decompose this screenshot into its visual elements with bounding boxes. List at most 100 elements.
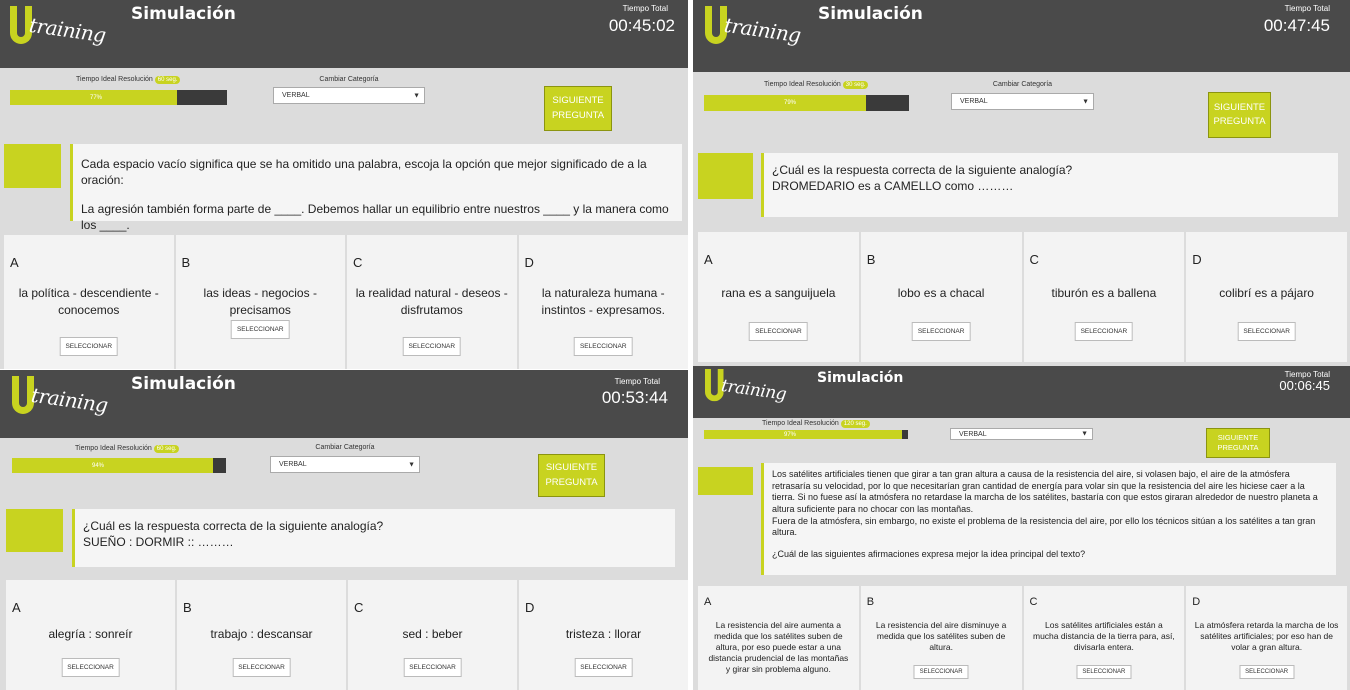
caret-down-icon: ▼ [408,461,415,468]
option-letter: A [12,600,21,615]
progress-label: 97% [784,431,797,438]
select-option-d-button[interactable]: SELECCIONAR [1239,665,1295,679]
select-option-c-button[interactable]: SELECCIONAR [402,337,462,356]
option-text: la política - descendiente - conocemos [18,286,159,317]
option-d: D la naturaleza humana - instintos - exp… [518,235,688,369]
question-marker [6,509,63,552]
next-question-button[interactable]: SIGUIENTE PREGUNTA [544,86,612,131]
option-letter: D [1192,596,1201,608]
question-line: Los satélites artificiales tienen que gi… [772,469,1318,515]
select-option-c-button[interactable]: SELECCIONAR [1074,322,1134,341]
ideal-seconds-badge: 60 seg. [154,76,181,84]
question-text: ¿Cuál es la respuesta correcta de la sig… [72,509,675,567]
select-option-c-button[interactable]: SELECCIONAR [403,658,462,677]
option-text: tristeza : llorar [565,627,642,641]
select-option-d-button[interactable]: SELECCIONAR [1237,322,1296,341]
answer-options: A la política - descendiente - conocemos… [4,235,688,369]
question-line: ¿Cuál es la respuesta correcta de la sig… [83,519,384,533]
answer-options: A alegría : sonreír SELECCIONAR B trabaj… [6,580,688,690]
option-a: A rana es a sanguijuela SELECCIONAR [698,232,859,362]
option-c: C la realidad natural - deseos - disfrut… [347,235,517,369]
select-option-b-button[interactable]: SELECCIONAR [911,322,971,341]
option-c: C tiburón es a ballena SELECCIONAR [1023,232,1185,362]
simulation-screen-3: training Simulación Tiempo Total 00:53:4… [0,370,688,690]
option-text: las ideas - negocios - precisamos [203,286,317,317]
option-letter: C [353,255,363,270]
caret-down-icon: ▼ [1081,430,1088,438]
option-letter: B [181,255,191,270]
select-option-c-button[interactable]: SELECCIONAR [1076,665,1132,679]
option-b: B las ideas - negocios - precisamos SELE… [175,235,345,369]
ideal-time-label: Tiempo Ideal Resolución 30 seg. [764,81,869,89]
next-question-button[interactable]: SIGUIENTE PREGUNTA [538,454,605,497]
select-option-d-button[interactable]: SELECCIONAR [573,337,633,356]
ideal-time-progress: 94% [12,458,226,473]
ideal-seconds-badge: 60 seg. [153,445,180,453]
question-text: Cada espacio vacío significa que se ha o… [70,144,682,232]
progress-label: 77% [90,94,103,101]
option-d: D tristeza : llorar SELECCIONAR [519,580,688,690]
option-text: La atmósfera retarda la marcha de los sa… [1194,620,1339,653]
select-option-d-button[interactable]: SELECCIONAR [574,658,633,677]
tiempo-total-label: Tiempo Total [614,377,660,386]
ideal-time-label: Tiempo Ideal Resolución 120 seg. [762,420,870,428]
next-question-button[interactable]: SIGUIENTE PREGUNTA [1208,92,1271,138]
answer-options: A La resistencia del aire aumenta a medi… [698,586,1347,690]
category-label: Cambiar Categoría [992,81,1053,88]
option-letter: D [525,600,535,615]
ideal-time-progress: 77% [10,90,227,105]
total-timer: 00:45:02 [608,16,675,35]
option-letter: B [183,600,192,615]
category-select[interactable]: VERBAL ▼ [950,428,1093,440]
option-a: A La resistencia del aire aumenta a medi… [698,586,859,690]
option-text: La resistencia del aire disminuye a medi… [875,620,1007,653]
select-option-b-button[interactable]: SELECCIONAR [230,320,290,339]
option-text: la realidad natural - deseos - disfrutam… [355,286,508,317]
category-select[interactable]: VERBAL ▼ [951,93,1094,110]
question-line: Cada espacio vacío significa que se ha o… [81,157,647,187]
option-text: sed : beber [402,627,463,641]
question-text: Los satélites artificiales tienen que gi… [761,463,1336,575]
app-title: Simulación [131,374,236,394]
category-select[interactable]: VERBAL ▼ [273,87,425,104]
category-select[interactable]: VERBAL ▼ [270,456,420,473]
next-question-button[interactable]: SIGUIENTE PREGUNTA [1206,428,1270,458]
option-text: Los satélites artificiales están a mucha… [1033,620,1175,653]
option-letter: C [1029,252,1039,267]
option-a: A la política - descendiente - conocemos… [4,235,174,369]
question-line: DROMEDARIO es a CAMELLO como ……… [772,178,1014,193]
question-line: ¿Cuál de las siguientes afirmaciones exp… [772,549,1086,560]
progress-label: 94% [92,462,105,469]
option-letter: A [704,596,712,608]
ideal-seconds-badge: 30 seg. [842,81,869,89]
question-line: SUEÑO : DORMIR :: ……… [83,534,234,549]
select-option-a-button[interactable]: SELECCIONAR [61,658,120,677]
answer-options: A rana es a sanguijuela SELECCIONAR B lo… [698,232,1347,362]
option-text: la naturaleza humana - instintos - expre… [541,286,665,317]
option-letter: C [354,600,364,615]
option-letter: B [866,252,876,267]
option-b: B lobo es a chacal SELECCIONAR [860,232,1022,362]
select-option-b-button[interactable]: SELECCIONAR [913,665,969,679]
option-text: trabajo : descansar [210,627,313,641]
tiempo-total-label: Tiempo Total [1284,4,1330,13]
ideal-time-label: Tiempo Ideal Resolución 60 seg. [75,445,180,453]
app-title: Simulación [131,4,236,24]
select-option-a-button[interactable]: SELECCIONAR [749,322,808,341]
option-letter: D [1192,252,1202,267]
question-line: La agresión también forma parte de ____.… [81,202,669,232]
question-line: ¿Cuál es la respuesta correcta de la sig… [772,163,1073,177]
option-text: lobo es a chacal [897,286,985,300]
ideal-seconds-badge: 120 seg. [840,420,870,428]
header-bar: training Simulación Tiempo Total 00:45:0… [0,0,688,68]
question-marker [698,467,753,495]
select-option-b-button[interactable]: SELECCIONAR [232,658,291,677]
option-letter: B [866,596,875,608]
progress-label: 79% [784,100,797,106]
option-d: D La atmósfera retarda la marcha de los … [1186,586,1347,690]
option-b: B trabajo : descansar SELECCIONAR [177,580,346,690]
app-title: Simulación [817,370,904,386]
total-timer: 00:47:45 [1263,16,1330,35]
simulation-screen-4: training Simulación Tiempo Total 00:06:4… [693,366,1350,690]
select-option-a-button[interactable]: SELECCIONAR [59,337,119,356]
